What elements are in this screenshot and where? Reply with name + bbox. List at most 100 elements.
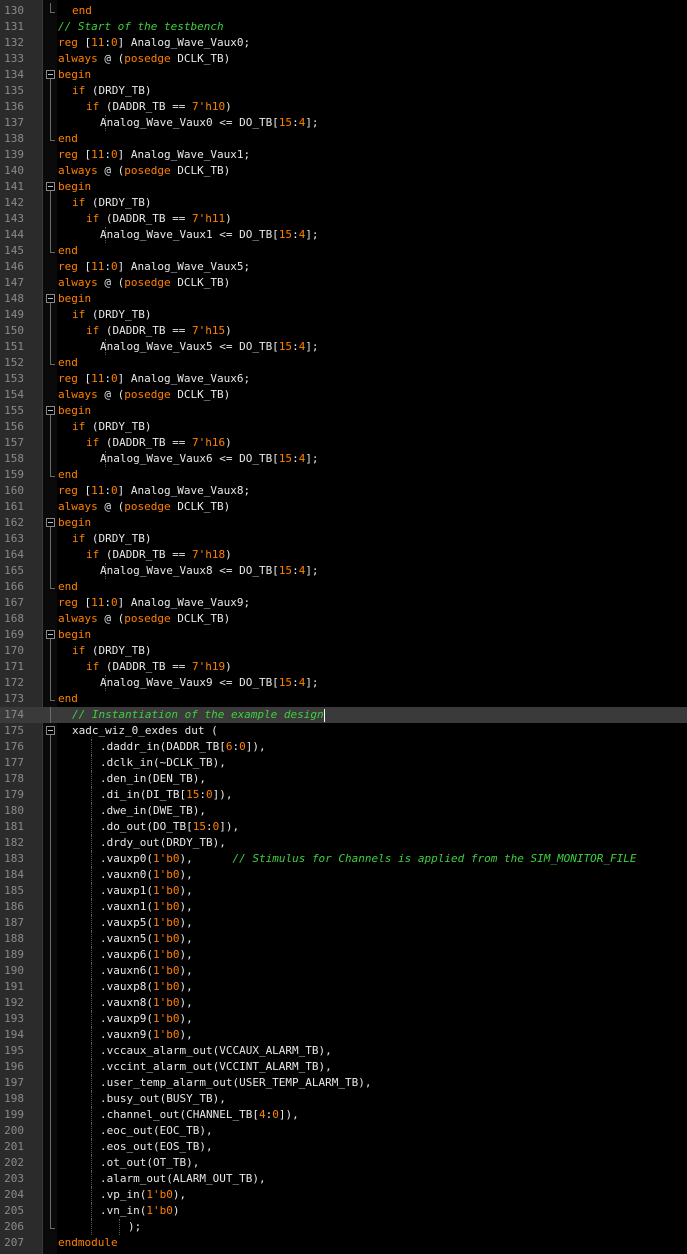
fold-toggle-icon[interactable] bbox=[44, 627, 56, 643]
code-line[interactable]: 199 .channel_out(CHANNEL_TB[4:0]), bbox=[0, 1107, 687, 1123]
code-text[interactable]: reg [11:0] Analog_Wave_Vaux0; bbox=[58, 35, 250, 51]
code-line[interactable]: 182 .drdy_out(DRDY_TB), bbox=[0, 835, 687, 851]
code-line[interactable]: 202 .ot_out(OT_TB), bbox=[0, 1155, 687, 1171]
code-text[interactable]: .vn_in(1'b0) bbox=[100, 1203, 179, 1219]
code-line[interactable]: 156 if (DRDY_TB) bbox=[0, 419, 687, 435]
code-line[interactable]: 205 .vn_in(1'b0) bbox=[0, 1203, 687, 1219]
code-text[interactable]: .vauxn8(1'b0), bbox=[100, 995, 193, 1011]
code-line[interactable]: 167 reg [11:0] Analog_Wave_Vaux9; bbox=[0, 595, 687, 611]
code-line[interactable]: 159 end bbox=[0, 467, 687, 483]
code-line[interactable]: 198 .busy_out(BUSY_TB), bbox=[0, 1091, 687, 1107]
code-line[interactable]: 195 .vccaux_alarm_out(VCCAUX_ALARM_TB), bbox=[0, 1043, 687, 1059]
code-text[interactable]: if (DRDY_TB) bbox=[72, 419, 151, 435]
code-text[interactable]: end bbox=[58, 355, 78, 371]
code-text[interactable]: .eoc_out(EOC_TB), bbox=[100, 1123, 213, 1139]
code-text[interactable]: if (DRDY_TB) bbox=[72, 195, 151, 211]
code-line[interactable]: 143 if (DADDR_TB == 7'h11) bbox=[0, 211, 687, 227]
code-line[interactable]: 190 .vauxn6(1'b0), bbox=[0, 963, 687, 979]
code-line[interactable]: 203 .alarm_out(ALARM_OUT_TB), bbox=[0, 1171, 687, 1187]
code-text[interactable]: .vccint_alarm_out(VCCINT_ALARM_TB), bbox=[100, 1059, 332, 1075]
code-text[interactable]: xadc_wiz_0_exdes dut ( bbox=[72, 723, 218, 739]
code-text[interactable]: .vauxn5(1'b0), bbox=[100, 931, 193, 947]
code-line[interactable]: 188 .vauxn5(1'b0), bbox=[0, 931, 687, 947]
code-text[interactable]: if (DADDR_TB == 7'h15) bbox=[86, 323, 232, 339]
code-text[interactable]: always @ (posedge DCLK_TB) bbox=[58, 611, 230, 627]
code-text[interactable]: reg [11:0] Analog_Wave_Vaux9; bbox=[58, 595, 250, 611]
code-text[interactable]: if (DADDR_TB == 7'h11) bbox=[86, 211, 232, 227]
code-line[interactable]: 141 begin bbox=[0, 179, 687, 195]
fold-toggle-icon[interactable] bbox=[44, 515, 56, 531]
code-text[interactable]: reg [11:0] Analog_Wave_Vaux6; bbox=[58, 371, 250, 387]
code-line[interactable]: 158 Analog_Wave_Vaux6 <= DO_TB[15:4]; bbox=[0, 451, 687, 467]
code-text[interactable]: reg [11:0] Analog_Wave_Vaux5; bbox=[58, 259, 250, 275]
code-text[interactable]: if (DADDR_TB == 7'h18) bbox=[86, 547, 232, 563]
code-text[interactable]: always @ (posedge DCLK_TB) bbox=[58, 275, 230, 291]
code-line[interactable]: 185 .vauxp1(1'b0), bbox=[0, 883, 687, 899]
code-text[interactable]: if (DADDR_TB == 7'h19) bbox=[86, 659, 232, 675]
code-text[interactable]: end bbox=[58, 467, 78, 483]
fold-toggle-icon[interactable] bbox=[44, 179, 56, 195]
code-text[interactable]: begin bbox=[58, 67, 91, 83]
code-text[interactable]: begin bbox=[58, 515, 91, 531]
code-line[interactable]: 204 .vp_in(1'b0), bbox=[0, 1187, 687, 1203]
code-line[interactable]: 201 .eos_out(EOS_TB), bbox=[0, 1139, 687, 1155]
code-text[interactable]: .alarm_out(ALARM_OUT_TB), bbox=[100, 1171, 266, 1187]
code-line[interactable]: 172 Analog_Wave_Vaux9 <= DO_TB[15:4]; bbox=[0, 675, 687, 691]
code-line[interactable]: 166 end bbox=[0, 579, 687, 595]
code-line[interactable]: 155 begin bbox=[0, 403, 687, 419]
fold-toggle-icon[interactable] bbox=[44, 723, 56, 739]
code-text[interactable]: .vauxp0(1'b0), // Stimulus for Channels … bbox=[100, 851, 636, 867]
code-text[interactable]: .vp_in(1'b0), bbox=[100, 1187, 186, 1203]
code-line[interactable]: 130 end bbox=[0, 3, 687, 19]
code-line[interactable]: 140 always @ (posedge DCLK_TB) bbox=[0, 163, 687, 179]
code-text[interactable]: reg [11:0] Analog_Wave_Vaux8; bbox=[58, 483, 250, 499]
code-editor[interactable]: 130 end 131 // Start of the testbench 132 reg… bbox=[0, 0, 687, 1254]
code-line[interactable]: 184 .vauxn0(1'b0), bbox=[0, 867, 687, 883]
code-line[interactable]: 133 always @ (posedge DCLK_TB) bbox=[0, 51, 687, 67]
code-line[interactable]: 175 xadc_wiz_0_exdes dut ( bbox=[0, 723, 687, 739]
code-text[interactable]: end bbox=[58, 243, 78, 259]
code-line[interactable]: 194 .vauxn9(1'b0), bbox=[0, 1027, 687, 1043]
code-text[interactable]: begin bbox=[58, 291, 91, 307]
code-line[interactable]: 137 Analog_Wave_Vaux0 <= DO_TB[15:4]; bbox=[0, 115, 687, 131]
code-line[interactable]: 162 begin bbox=[0, 515, 687, 531]
code-lines[interactable]: 130 end 131 // Start of the testbench 132 reg… bbox=[0, 3, 687, 1251]
code-text[interactable]: .drdy_out(DRDY_TB), bbox=[100, 835, 226, 851]
code-line[interactable]: 171 if (DADDR_TB == 7'h19) bbox=[0, 659, 687, 675]
fold-toggle-icon[interactable] bbox=[44, 403, 56, 419]
code-text[interactable]: always @ (posedge DCLK_TB) bbox=[58, 163, 230, 179]
code-text[interactable]: .dwe_in(DWE_TB), bbox=[100, 803, 206, 819]
code-line[interactable]: 186 .vauxn1(1'b0), bbox=[0, 899, 687, 915]
code-line[interactable]: 192 .vauxn8(1'b0), bbox=[0, 995, 687, 1011]
code-line[interactable]: 170 if (DRDY_TB) bbox=[0, 643, 687, 659]
code-line[interactable]: 183 .vauxp0(1'b0), // Stimulus for Channe… bbox=[0, 851, 687, 867]
code-text[interactable]: .user_temp_alarm_out(USER_TEMP_ALARM_TB)… bbox=[100, 1075, 372, 1091]
code-line[interactable]: 180 .dwe_in(DWE_TB), bbox=[0, 803, 687, 819]
code-line[interactable]: 160 reg [11:0] Analog_Wave_Vaux8; bbox=[0, 483, 687, 499]
code-line[interactable]: 139 reg [11:0] Analog_Wave_Vaux1; bbox=[0, 147, 687, 163]
code-text[interactable]: ); bbox=[128, 1219, 141, 1235]
code-line[interactable]: 177 .dclk_in(~DCLK_TB), bbox=[0, 755, 687, 771]
code-line[interactable]: 148 begin bbox=[0, 291, 687, 307]
fold-toggle-icon[interactable] bbox=[44, 67, 56, 83]
code-text[interactable]: begin bbox=[58, 403, 91, 419]
code-text[interactable]: reg [11:0] Analog_Wave_Vaux1; bbox=[58, 147, 250, 163]
code-text[interactable]: .vauxn1(1'b0), bbox=[100, 899, 193, 915]
code-text[interactable]: end bbox=[72, 3, 92, 19]
code-text[interactable]: always @ (posedge DCLK_TB) bbox=[58, 499, 230, 515]
code-text[interactable]: Analog_Wave_Vaux8 <= DO_TB[15:4]; bbox=[100, 563, 319, 579]
code-line[interactable]: 145 end bbox=[0, 243, 687, 259]
code-line[interactable]: 176 .daddr_in(DADDR_TB[6:0]), bbox=[0, 739, 687, 755]
code-text[interactable]: if (DRDY_TB) bbox=[72, 643, 151, 659]
code-text[interactable]: .vauxn9(1'b0), bbox=[100, 1027, 193, 1043]
code-text[interactable]: if (DADDR_TB == 7'h10) bbox=[86, 99, 232, 115]
code-text[interactable]: // Start of the testbench bbox=[58, 19, 224, 35]
code-line[interactable]: 207 endmodule bbox=[0, 1235, 687, 1251]
code-line[interactable]: 197 .user_temp_alarm_out(USER_TEMP_ALARM_… bbox=[0, 1075, 687, 1091]
code-text[interactable]: .dclk_in(~DCLK_TB), bbox=[100, 755, 226, 771]
code-line[interactable]: 144 Analog_Wave_Vaux1 <= DO_TB[15:4]; bbox=[0, 227, 687, 243]
code-line[interactable]: 200 .eoc_out(EOC_TB), bbox=[0, 1123, 687, 1139]
code-text[interactable]: Analog_Wave_Vaux5 <= DO_TB[15:4]; bbox=[100, 339, 319, 355]
code-line[interactable]: 181 .do_out(DO_TB[15:0]), bbox=[0, 819, 687, 835]
code-line[interactable]: 138 end bbox=[0, 131, 687, 147]
